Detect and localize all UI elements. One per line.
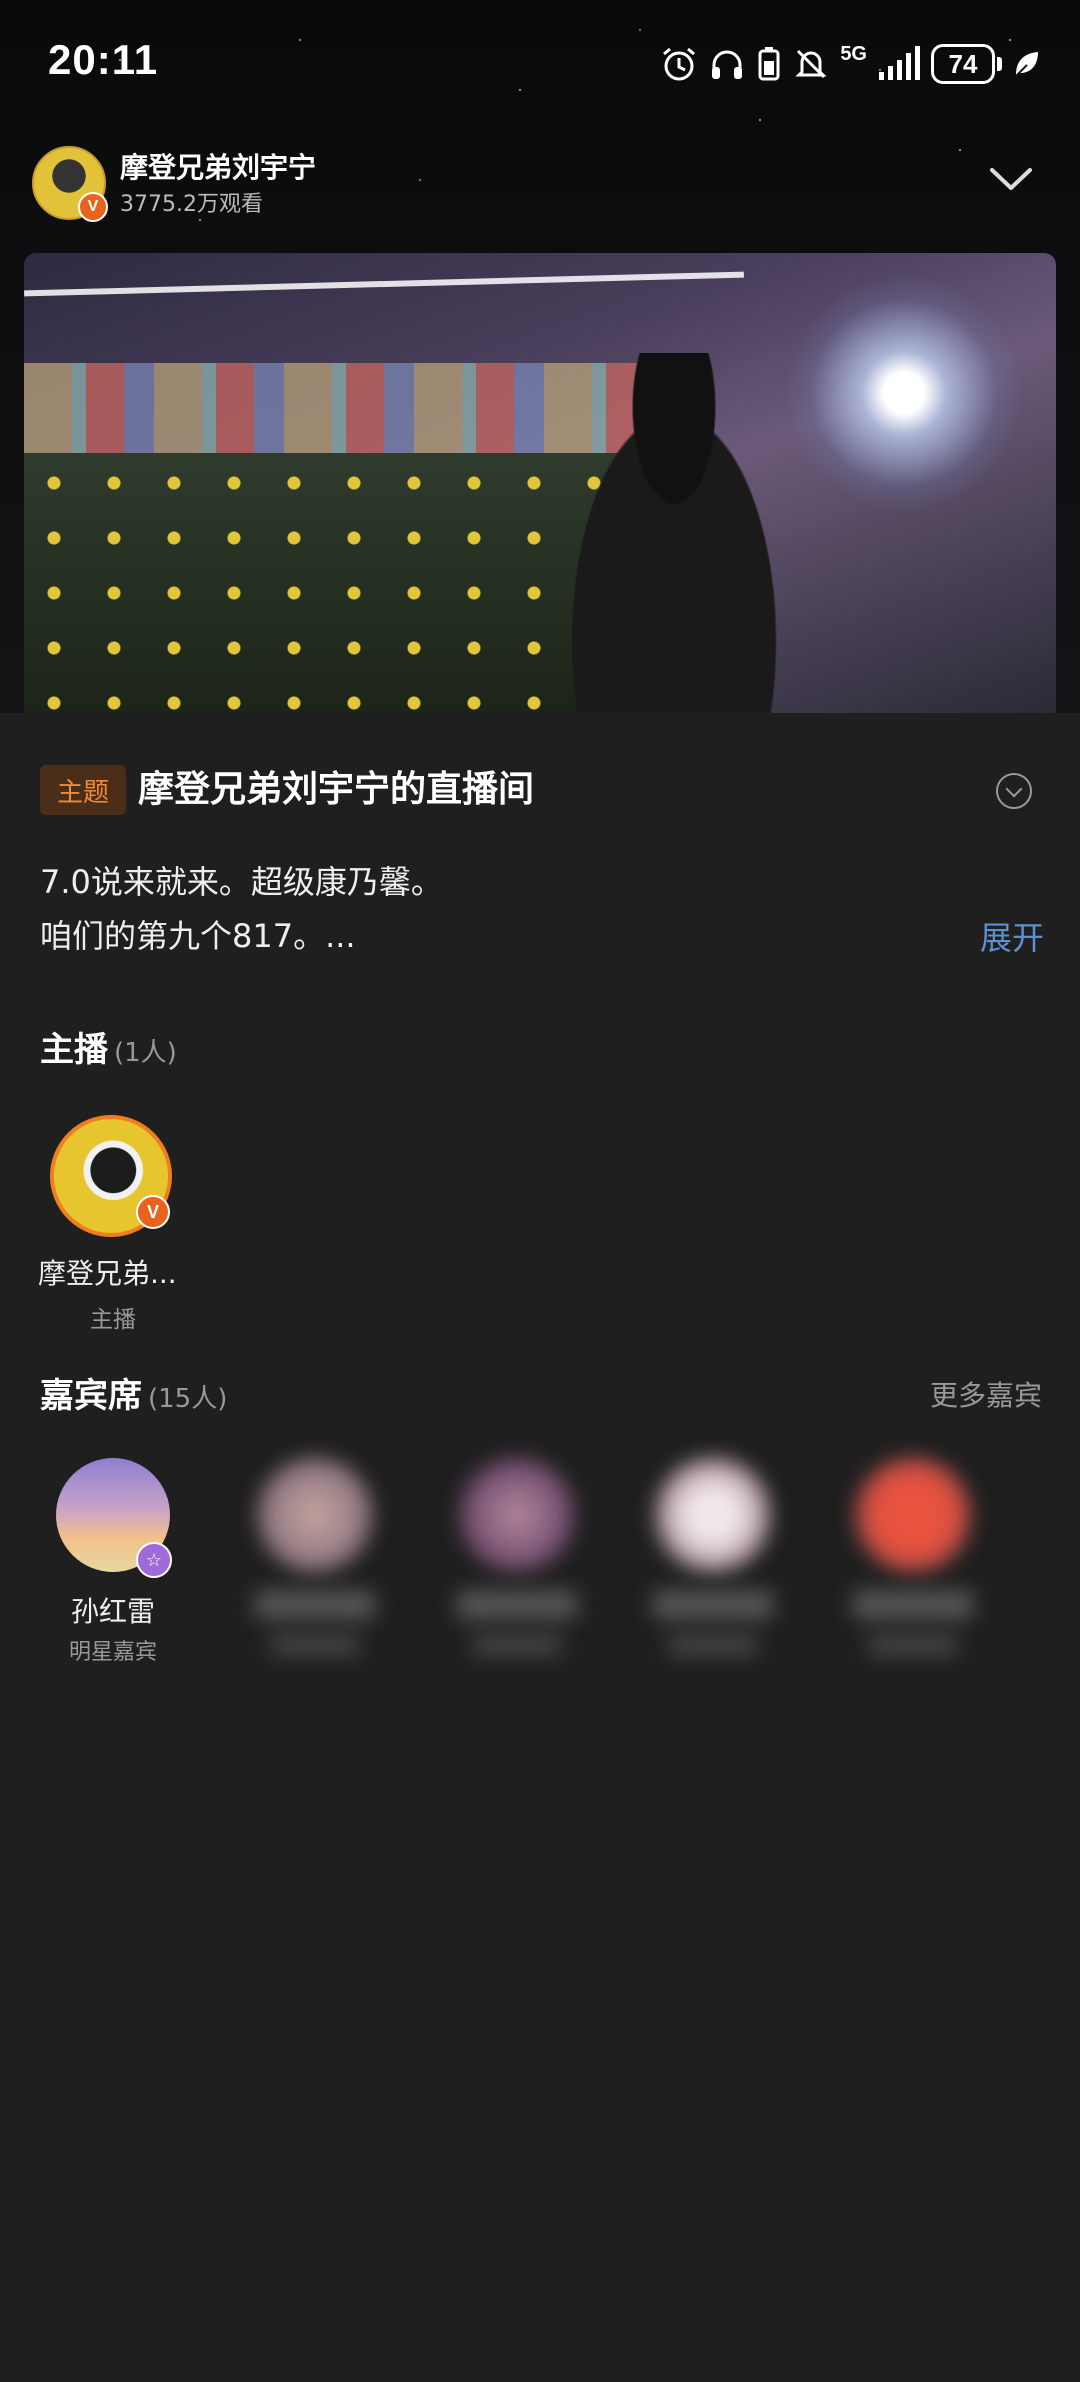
guest-item-blurred[interactable] bbox=[442, 1458, 592, 1662]
guest-avatar bbox=[856, 1458, 970, 1572]
leaf-icon bbox=[1014, 52, 1038, 78]
guest-avatar bbox=[656, 1458, 770, 1572]
guest-role-blurred bbox=[838, 1634, 988, 1662]
status-icons: 5G 74 bbox=[660, 40, 1040, 88]
video-singer bbox=[544, 353, 804, 713]
guest-item-blurred[interactable] bbox=[838, 1458, 988, 1662]
guest-name: 孙红雷 bbox=[70, 1595, 155, 1628]
hosts-title: 主播 bbox=[40, 1030, 108, 1070]
host-name[interactable]: 摩登兄弟... bbox=[38, 1252, 188, 1292]
topic-tag: 主题 bbox=[40, 765, 126, 815]
expand-description-link[interactable]: 展开 bbox=[980, 913, 1044, 959]
battery-saver-icon bbox=[758, 47, 780, 81]
headphones-icon bbox=[712, 50, 743, 79]
guests-section-title: 嘉宾席 (15人) bbox=[40, 1368, 227, 1417]
guests-title: 嘉宾席 bbox=[40, 1376, 142, 1416]
guest-item-blurred[interactable] bbox=[638, 1458, 788, 1662]
guests-count: (15人) bbox=[148, 1384, 228, 1414]
guest-item-blurred[interactable] bbox=[240, 1458, 390, 1662]
video-stage-light bbox=[784, 273, 1024, 513]
view-count: 3775.2万观看 bbox=[120, 192, 263, 217]
guest-role-blurred bbox=[442, 1634, 592, 1662]
chevron-down-icon[interactable] bbox=[986, 160, 1036, 200]
signal-icon bbox=[879, 46, 920, 80]
mute-bell-icon bbox=[795, 49, 827, 79]
guest-name-blurred bbox=[240, 1590, 390, 1624]
alarm-icon bbox=[663, 47, 696, 81]
battery-level: 74 bbox=[931, 44, 995, 84]
battery-icon: 74 bbox=[931, 44, 1002, 84]
guest-avatar bbox=[258, 1458, 372, 1572]
guest-avatar: ☆ bbox=[56, 1458, 172, 1578]
host-verified-badge-icon: V bbox=[136, 1195, 170, 1229]
more-guests-link[interactable]: 更多嘉宾 bbox=[930, 1374, 1042, 1414]
hosts-section-title: 主播 (1人) bbox=[40, 1022, 177, 1071]
guest-role-blurred bbox=[240, 1634, 390, 1662]
star-badge-icon: ☆ bbox=[136, 1542, 172, 1578]
live-description: 7.0说来就来。超级康乃馨。 咱们的第九个817。... bbox=[40, 855, 443, 963]
host-role: 主播 bbox=[90, 1307, 136, 1333]
guest-avatar bbox=[460, 1458, 574, 1572]
live-header: V 摩登兄弟刘宇宁 3775.2万观看 bbox=[30, 142, 1050, 222]
guest-name-blurred bbox=[442, 1590, 592, 1624]
status-time: 20:11 bbox=[48, 36, 159, 83]
live-video-preview[interactable] bbox=[24, 253, 1056, 713]
host-avatar[interactable]: V bbox=[50, 1115, 172, 1237]
status-bar: 20:11 5G 74 bbox=[0, 0, 1080, 120]
network-type: 5G bbox=[840, 43, 867, 65]
guest-name-blurred bbox=[838, 1590, 988, 1624]
topic-title: 摩登兄弟刘宇宁的直播间 bbox=[138, 769, 535, 810]
description-line-1: 7.0说来就来。超级康乃馨。 bbox=[40, 863, 443, 901]
description-line-2: 咱们的第九个817。... bbox=[40, 917, 356, 955]
hosts-count: (1人) bbox=[114, 1038, 177, 1068]
guest-name-blurred bbox=[638, 1590, 788, 1624]
streamer-name[interactable]: 摩登兄弟刘宇宁 bbox=[120, 146, 316, 186]
topic-expand-icon[interactable] bbox=[996, 773, 1032, 809]
guest-role-blurred bbox=[638, 1634, 788, 1662]
guest-role: 明星嘉宾 bbox=[68, 1640, 157, 1665]
streamer-avatar[interactable]: V bbox=[32, 146, 108, 222]
verified-badge-icon: V bbox=[78, 192, 108, 222]
video-light-beam bbox=[24, 271, 744, 297]
guest-item[interactable]: ☆ 孙红雷 明星嘉宾 bbox=[38, 1458, 188, 1665]
